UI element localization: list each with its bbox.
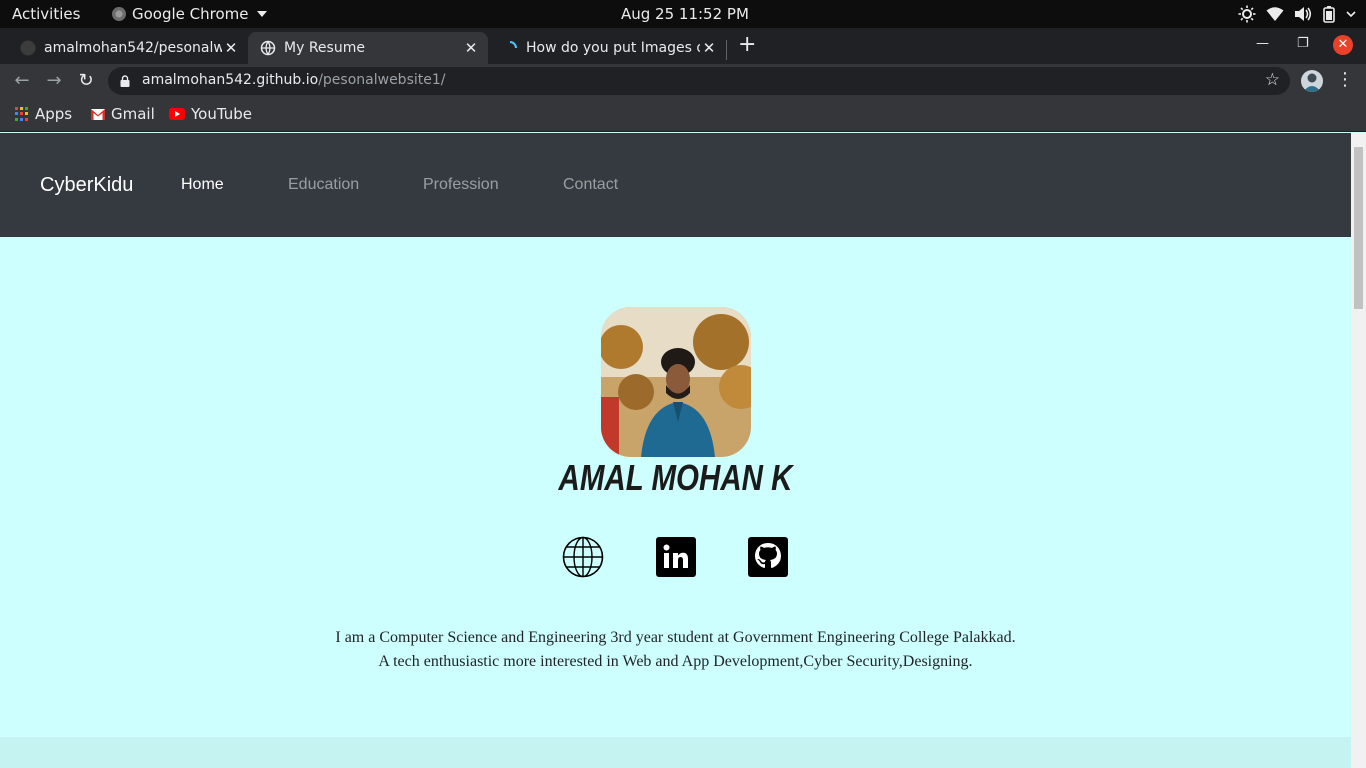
tab-strip: amalmohan542/pesonalw ✕ My Resume ✕ How … [0, 28, 1366, 64]
close-tab-icon[interactable]: ✕ [462, 39, 480, 57]
system-tray[interactable] [1238, 4, 1356, 24]
globe-favicon-icon [260, 40, 276, 56]
url-domain: amalmohan542.github.io [142, 72, 319, 88]
person-name: AMAL MOHAN K [558, 457, 793, 498]
nav-home[interactable]: Home [181, 176, 224, 194]
linkedin-icon[interactable] [655, 536, 697, 578]
menu-kebab-icon[interactable]: ⋮ [1336, 70, 1354, 90]
bio-text: I am a Computer Science and Engineering … [0, 626, 1351, 674]
bookmark-gmail[interactable]: Gmail [91, 105, 155, 123]
forward-button[interactable]: → [43, 70, 65, 92]
address-bar[interactable]: amalmohan542.github.io/pesonalwebsite1/ … [108, 67, 1290, 95]
bookmark-label: YouTube [191, 105, 252, 123]
close-tab-icon[interactable]: ✕ [700, 39, 718, 57]
caret-down-icon [256, 11, 267, 17]
tab-title: amalmohan542/pesonalw [44, 40, 222, 56]
github-icon[interactable] [747, 536, 789, 578]
profile-photo-illustration [601, 307, 751, 457]
activities-button[interactable]: Activities [12, 5, 80, 23]
tab-github[interactable]: amalmohan542/pesonalw ✕ [8, 32, 248, 64]
night-light-icon [1238, 5, 1256, 23]
site-navbar: CyberKidu Home Education Profession Cont… [0, 133, 1351, 237]
profile-avatar-icon [1303, 73, 1321, 92]
clock[interactable]: Aug 25 11:52 PM [621, 5, 749, 23]
battery-icon [1323, 6, 1335, 23]
profile-avatar[interactable] [1301, 70, 1323, 92]
close-tab-icon[interactable]: ✕ [222, 39, 240, 57]
system-top-bar: Activities Google Chrome Aug 25 11:52 PM [0, 0, 1366, 28]
page-scrollbar[interactable] [1351, 133, 1366, 768]
maximize-button[interactable]: ❐ [1297, 36, 1309, 51]
chrome-icon [112, 7, 126, 21]
close-window-button[interactable]: ✕ [1333, 35, 1353, 55]
bookmark-label: Gmail [111, 105, 155, 123]
browser-toolbar: ← → ↻ amalmohan542.github.io/pesonalwebs… [0, 64, 1366, 99]
tab-title: My Resume [284, 40, 365, 56]
volume-icon [1295, 7, 1312, 21]
bookmarks-bar: Apps Gmail YouTube [0, 99, 1366, 132]
page-viewport: CyberKidu Home Education Profession Cont… [0, 133, 1351, 768]
new-tab-button[interactable]: + [738, 34, 756, 56]
apps-grid-icon [15, 107, 29, 121]
minimize-button[interactable]: — [1256, 36, 1269, 51]
bookmark-star-icon[interactable]: ☆ [1265, 70, 1280, 90]
lock-icon[interactable] [120, 75, 130, 87]
github-favicon-icon [20, 40, 36, 56]
chevron-down-icon [1346, 11, 1356, 18]
nav-profession[interactable]: Profession [423, 176, 499, 194]
globe-icon[interactable] [562, 536, 604, 578]
reload-button[interactable]: ↻ [75, 70, 97, 92]
next-section-band [0, 737, 1351, 768]
bio-line-2: A tech enthusiastic more interested in W… [378, 653, 973, 670]
tab-separator [726, 40, 727, 60]
site-brand[interactable]: CyberKidu [40, 174, 133, 197]
bio-line-1: I am a Computer Science and Engineering … [335, 629, 1016, 646]
gmail-icon [91, 108, 105, 120]
tab-title: How do you put Images o [526, 40, 700, 56]
nav-contact[interactable]: Contact [563, 176, 618, 194]
bookmark-youtube[interactable]: YouTube [169, 105, 252, 123]
profile-photo [601, 307, 751, 457]
app-menu[interactable]: Google Chrome [112, 5, 267, 23]
bookmark-apps[interactable]: Apps [15, 105, 72, 123]
scrollbar-thumb[interactable] [1354, 147, 1363, 309]
tab-stackoverflow[interactable]: How do you put Images o ✕ [490, 32, 726, 64]
wifi-icon [1266, 7, 1284, 21]
app-menu-label: Google Chrome [132, 5, 249, 23]
bookmark-label: Apps [35, 105, 73, 123]
url-path: /pesonalwebsite1/ [318, 72, 446, 88]
back-button[interactable]: ← [11, 70, 33, 92]
loading-spinner-icon [509, 41, 517, 49]
tab-my-resume[interactable]: My Resume ✕ [248, 32, 488, 64]
youtube-icon [169, 108, 185, 120]
url-text[interactable]: amalmohan542.github.io/pesonalwebsite1/ [142, 72, 445, 88]
nav-education[interactable]: Education [288, 176, 359, 194]
